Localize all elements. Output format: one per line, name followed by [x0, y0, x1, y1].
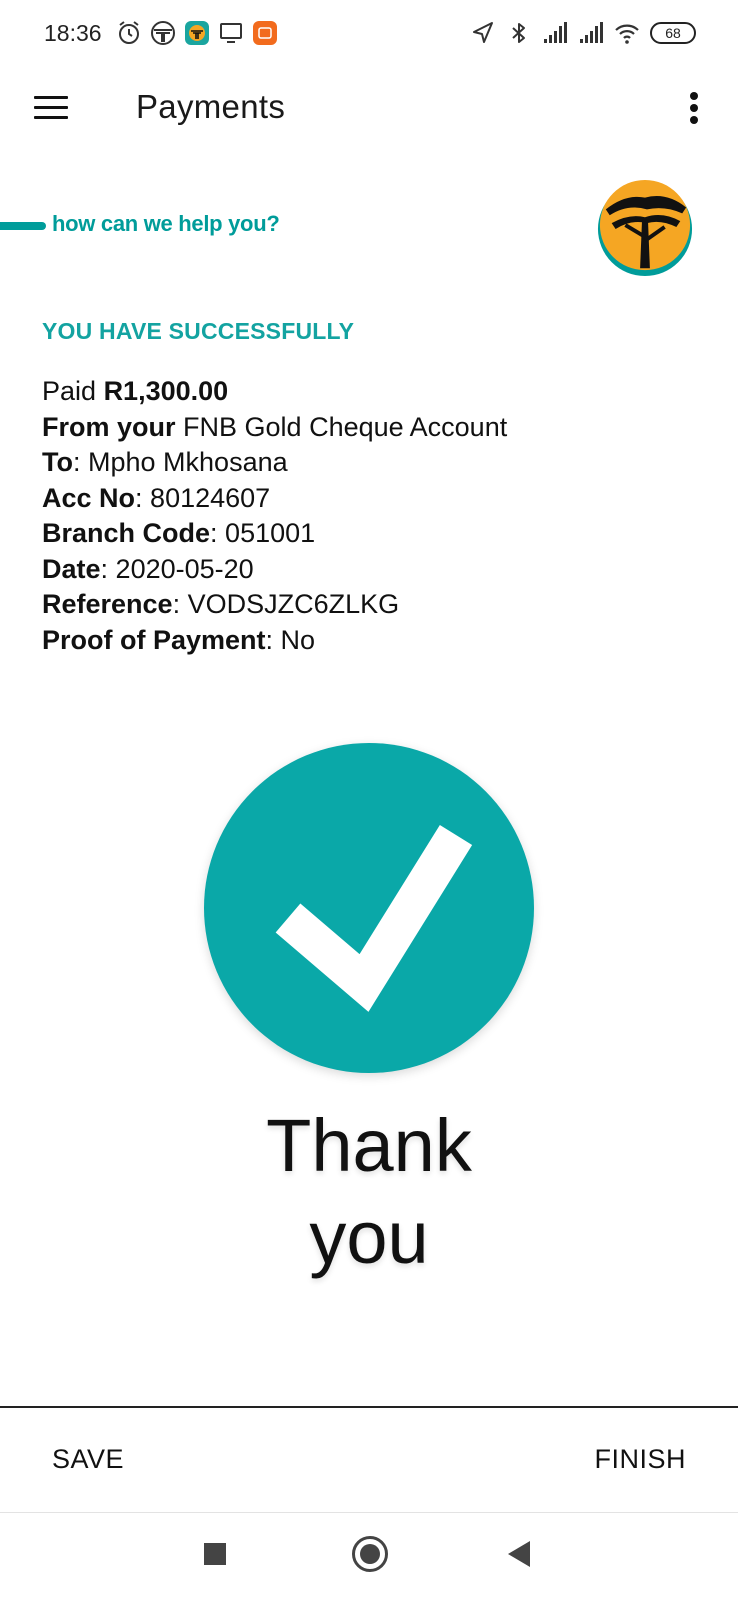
status-time: 18:36: [44, 20, 102, 46]
to-row: To: Mpho Mkhosana: [42, 447, 288, 477]
wifi-icon: [615, 24, 639, 44]
battery-icon: 68: [650, 22, 696, 44]
date-row: Date: 2020-05-20: [42, 553, 254, 584]
account-number: 80124607: [150, 482, 271, 513]
recipient-name: Mpho Mkhosana: [88, 447, 288, 477]
location-arrow-icon: [473, 22, 493, 43]
success-heading: YOU HAVE SUCCESSFULLY: [42, 318, 355, 344]
status-bar: 18:36 68: [0, 0, 738, 68]
finish-button[interactable]: FINISH: [594, 1444, 686, 1475]
home-circle-icon[interactable]: [352, 1536, 388, 1572]
system-icons: 68: [470, 20, 696, 46]
page-title: Payments: [136, 88, 286, 125]
fnb-tree-icon: [151, 21, 175, 45]
payment-details: Paid R1,300.00 From your FNB Gold Cheque…: [42, 374, 507, 658]
reference-row: Reference: VODSJZC6ZLKG: [42, 589, 400, 619]
screen-cast-icon: [220, 23, 242, 43]
system-nav-bar: [0, 1513, 738, 1600]
save-button[interactable]: SAVE: [52, 1444, 124, 1475]
checkmark-icon: [275, 824, 473, 1012]
payment-reference: VODSJZC6ZLKG: [187, 589, 400, 619]
tagline-accent-line: [0, 222, 46, 230]
signal-1-icon: [544, 22, 567, 43]
notification-icons: [116, 20, 278, 46]
proof-of-payment-row: Proof of Payment: No: [42, 624, 316, 655]
payment-date: 2020-05-20: [115, 553, 254, 584]
success-circle: [204, 743, 534, 1073]
from-account: FNB Gold Cheque Account: [183, 411, 508, 442]
fnb-tree-logo: [597, 180, 693, 277]
branch-code-row: Branch Code: 051001: [42, 518, 316, 548]
signal-2-icon: [580, 22, 603, 43]
branch-code: 051001: [225, 518, 316, 548]
proof-of-payment-value: No: [280, 624, 316, 655]
alarm-icon: [119, 21, 139, 44]
bluetooth-icon: [512, 23, 525, 43]
thank-you-message: Thank you: [266, 1104, 472, 1279]
action-bar: SAVE FINISH: [0, 1408, 738, 1512]
acc-no-row: Acc No: 80124607: [42, 482, 271, 513]
fnb-banner: how can we help you?: [0, 175, 738, 285]
back-triangle-icon[interactable]: [508, 1541, 530, 1567]
mi-app-icon: [253, 21, 277, 45]
paid-amount: R1,300.00: [103, 376, 229, 406]
tagline: how can we help you?: [52, 211, 280, 236]
app-bar: Payments: [0, 68, 738, 152]
paid-row: Paid R1,300.00: [42, 376, 229, 406]
from-row: From your FNB Gold Cheque Account: [42, 411, 508, 442]
recents-square-icon[interactable]: [204, 1543, 226, 1565]
fnb-app-icon: [185, 21, 209, 45]
more-vert-icon[interactable]: [682, 88, 706, 128]
hamburger-menu-icon[interactable]: [30, 86, 74, 130]
